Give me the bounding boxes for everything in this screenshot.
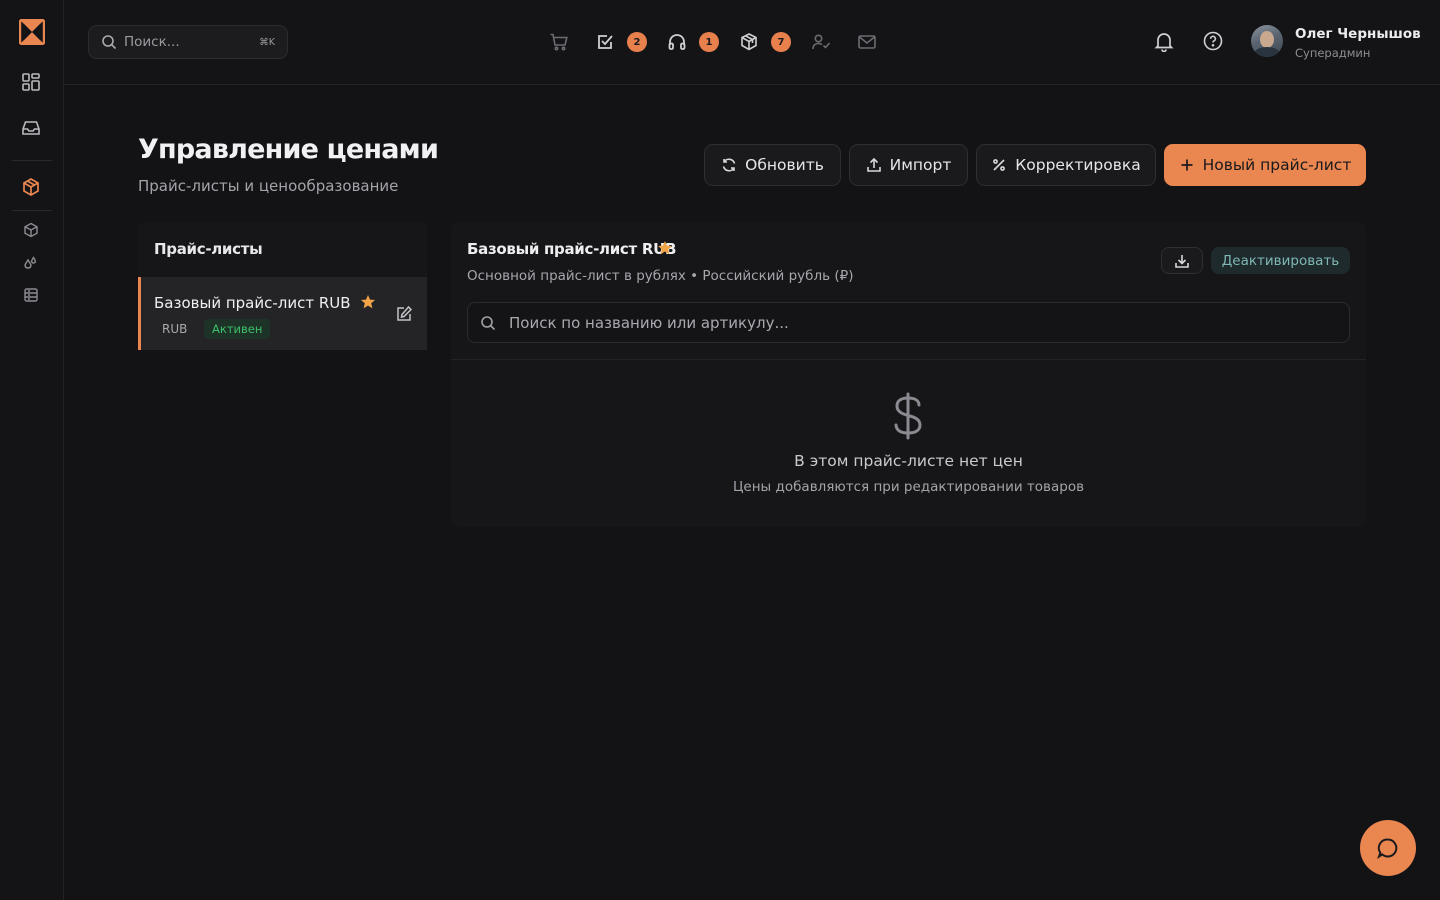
drops-icon[interactable] — [23, 254, 39, 270]
refresh-icon — [721, 157, 737, 173]
price-search-placeholder: Поиск по названию или артикулу... — [509, 313, 789, 332]
empty-state-subtitle: Цены добавляются при редактировании това… — [732, 479, 1085, 495]
chat-bubble-icon — [1376, 836, 1400, 860]
rail-divider — [12, 210, 52, 211]
plus-icon — [1179, 157, 1195, 173]
adjust-button[interactable]: Корректировка — [976, 144, 1156, 186]
dollar-icon — [889, 392, 927, 440]
page-subtitle: Прайс-листы и ценообразование — [138, 177, 399, 195]
inbox-icon[interactable] — [20, 117, 42, 139]
user-check-icon[interactable] — [810, 31, 832, 53]
import-button-label: Импорт — [889, 156, 952, 174]
task-check-icon[interactable] — [594, 31, 616, 53]
pricelist-item-currency: RUB — [162, 322, 188, 336]
panel-divider — [451, 359, 1366, 360]
cart-icon[interactable] — [548, 31, 570, 53]
user-avatar[interactable] — [1251, 25, 1283, 57]
packages-badge: 7 — [771, 32, 791, 52]
pricelist-detail-panel: Базовый прайс-лист RUB Основной прайс-ли… — [451, 222, 1366, 527]
page-title: Управление ценами — [138, 134, 439, 165]
rail-divider — [12, 160, 52, 161]
percent-icon — [991, 157, 1007, 173]
global-search-placeholder: Поиск... — [124, 34, 180, 50]
download-icon — [1174, 253, 1190, 269]
adjust-button-label: Корректировка — [1015, 156, 1141, 174]
search-icon — [480, 315, 496, 331]
default-star-icon — [657, 240, 673, 256]
tasks-badge: 2 — [627, 32, 647, 52]
refresh-button-label: Обновить — [745, 156, 824, 174]
chat-button[interactable] — [1360, 820, 1416, 876]
status-badge: Активен — [204, 319, 271, 339]
package-icon[interactable] — [738, 31, 760, 53]
user-role: Суперадмин — [1295, 46, 1371, 60]
search-shortcut-hint: ⌘K — [259, 36, 275, 48]
app-logo-icon[interactable] — [19, 19, 45, 45]
notifications-bell-icon[interactable] — [1153, 30, 1175, 52]
price-search-input[interactable]: Поиск по названию или артикулу... — [467, 302, 1350, 343]
edit-icon[interactable] — [395, 305, 413, 323]
detail-subtitle: Основной прайс-лист в рублях • Российски… — [467, 268, 854, 284]
cube-icon[interactable] — [23, 222, 39, 238]
top-bar: Поиск... ⌘K 2 1 7 Олег Чернышов Суперадм… — [64, 0, 1440, 85]
help-icon[interactable] — [1203, 31, 1223, 51]
headphones-icon[interactable] — [666, 31, 688, 53]
pricelists-heading: Прайс-листы — [154, 240, 263, 258]
detail-title: Базовый прайс-лист RUB — [467, 240, 677, 258]
default-star-icon — [360, 294, 376, 310]
search-icon — [101, 34, 117, 50]
pricelists-panel: Прайс-листы Базовый прайс-лист RUB RUB А… — [138, 222, 427, 350]
storage-icon[interactable] — [23, 287, 39, 303]
empty-state-title: В этом прайс-листе нет цен — [794, 452, 1023, 470]
mail-icon[interactable] — [856, 31, 878, 53]
refresh-button[interactable]: Обновить — [704, 144, 841, 186]
dashboard-icon[interactable] — [20, 71, 42, 93]
pricelist-item-name: Базовый прайс-лист RUB — [154, 294, 351, 312]
new-pricelist-button[interactable]: Новый прайс-лист — [1164, 144, 1366, 186]
import-button[interactable]: Импорт — [849, 144, 968, 186]
deactivate-button[interactable]: Деактивировать — [1211, 247, 1350, 274]
new-pricelist-button-label: Новый прайс-лист — [1202, 156, 1352, 174]
products-box-icon[interactable] — [20, 176, 42, 198]
download-button[interactable] — [1161, 247, 1203, 274]
pricelist-item[interactable]: Базовый прайс-лист RUB RUB Активен — [138, 277, 427, 350]
global-search[interactable]: Поиск... ⌘K — [88, 25, 288, 59]
user-name[interactable]: Олег Чернышов — [1295, 26, 1421, 42]
upload-icon — [866, 157, 882, 173]
support-badge: 1 — [699, 32, 719, 52]
left-rail — [0, 0, 64, 900]
